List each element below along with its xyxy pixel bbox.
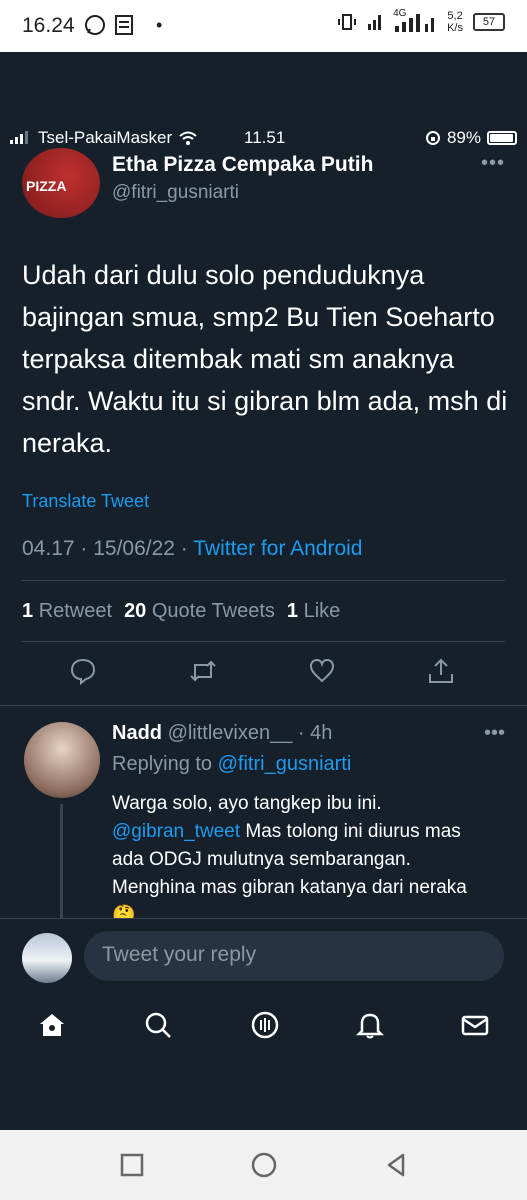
reply-icon[interactable] xyxy=(68,656,98,686)
network-speed: 5,2 K/s xyxy=(447,10,463,34)
avatar-pizza-text: PIZZA xyxy=(26,178,67,194)
reply-author-name: Nadd xyxy=(112,722,162,744)
network-type: 4G xyxy=(393,8,407,19)
likes-count: 1 xyxy=(286,600,299,622)
tweet-timestamp: 04.17 · 15/06/22 · xyxy=(22,537,194,560)
bottom-tab-bar xyxy=(0,996,527,1060)
back-icon[interactable] xyxy=(381,1150,411,1180)
vibrate-icon xyxy=(338,14,357,30)
android-nav-bar xyxy=(0,1130,527,1200)
tweet-source-link[interactable]: Twitter for Android xyxy=(193,537,362,560)
ios-battery-icon xyxy=(487,131,517,145)
quotes-stat[interactable]: 20 Quote Tweets xyxy=(124,600,275,623)
ios-carrier: Tsel-PakaiMasker xyxy=(38,128,173,147)
recent-apps-icon[interactable] xyxy=(117,1150,147,1180)
divider xyxy=(0,705,527,706)
rotation-lock-icon xyxy=(425,131,440,145)
android-status-bar: 16.24 • 4G 5,2 K/s 57 xyxy=(0,0,527,52)
spaces-icon[interactable] xyxy=(250,1010,280,1040)
replying-to-mention[interactable]: @fitri_gusniarti xyxy=(218,753,352,775)
ios-status-right: 89% xyxy=(425,128,517,148)
quotes-count: 20 xyxy=(124,600,147,622)
quotes-label: Quote Tweets xyxy=(151,600,275,622)
tweet-text: Udah dari dulu solo penduduknya bajingan… xyxy=(22,260,508,458)
divider xyxy=(22,641,505,642)
os-status-right: 4G 5,2 K/s 57 xyxy=(337,8,505,34)
divider xyxy=(22,580,505,581)
tweet-stats: 1 Retweet 20 Quote Tweets 1 Like xyxy=(22,600,340,623)
wifi-icon xyxy=(179,131,197,145)
thread-line xyxy=(60,804,63,918)
reply-more-options-icon[interactable]: ••• xyxy=(484,722,505,745)
reply-text: Warga solo, ayo tangkep ibu ini. @gibran… xyxy=(112,790,492,918)
heart-icon[interactable] xyxy=(307,656,337,686)
network-signal: 4G xyxy=(393,8,437,34)
reply-header[interactable]: Nadd @littlevixen__ · 4h xyxy=(112,722,332,745)
os-notification-icons: • xyxy=(84,14,162,36)
ios-status-bar: Tsel-PakaiMasker 11.51 89% xyxy=(0,124,527,152)
reply-handle-time: @littlevixen__ · 4h xyxy=(167,722,333,744)
retweets-count: 1 xyxy=(22,600,34,622)
ios-carrier-group: Tsel-PakaiMasker xyxy=(10,128,198,148)
tweet-reply-input[interactable]: Tweet your reply xyxy=(84,931,504,981)
tweet-meta: 04.17 · 15/06/22 · Twitter for Android xyxy=(22,537,363,561)
search-icon[interactable] xyxy=(143,1010,173,1040)
network-speed-value: 5,2 xyxy=(447,10,463,22)
author-handle[interactable]: @fitri_gusniarti xyxy=(112,182,239,204)
retweets-label: Retweet xyxy=(38,600,113,622)
battery-icon: 57 xyxy=(473,13,505,31)
author-name[interactable]: Etha Pizza Cempaka Putih xyxy=(112,153,373,177)
share-icon[interactable] xyxy=(426,656,456,686)
ios-battery-text: 89% xyxy=(446,128,481,147)
tweet-actions xyxy=(0,656,527,696)
author-avatar[interactable]: PIZZA xyxy=(22,148,100,218)
ios-clock: 11.51 xyxy=(244,128,286,147)
reply-author-avatar[interactable] xyxy=(24,722,100,798)
replying-to-label: Replying to xyxy=(112,753,218,775)
signal-icon xyxy=(368,15,382,30)
whatsapp-icon xyxy=(85,15,105,35)
reply-mention[interactable]: @gibran_tweet xyxy=(112,821,240,842)
home-button-icon[interactable] xyxy=(249,1150,279,1180)
reply-composer: Tweet your reply xyxy=(0,918,527,996)
home-icon[interactable] xyxy=(37,1010,67,1040)
network-speed-unit: K/s xyxy=(447,22,463,34)
replying-to: Replying to @fitri_gusniarti xyxy=(112,753,351,776)
os-clock: 16.24 xyxy=(22,14,75,37)
retweet-icon[interactable] xyxy=(188,656,218,686)
more-options-icon[interactable]: ••• xyxy=(481,152,505,175)
news-icon xyxy=(115,15,133,35)
cell-signal-icon xyxy=(10,131,28,144)
bell-icon[interactable] xyxy=(355,1010,385,1040)
likes-label: Like xyxy=(303,600,341,622)
likes-stat[interactable]: 1 Like xyxy=(287,600,340,623)
translate-tweet-link[interactable]: Translate Tweet xyxy=(22,491,149,512)
dot-icon: • xyxy=(156,14,163,35)
reply-text-line1: Warga solo, ayo tangkep ibu ini. xyxy=(112,793,382,814)
current-user-avatar[interactable] xyxy=(22,933,72,983)
retweets-stat[interactable]: 1 Retweet xyxy=(22,600,112,623)
mail-icon[interactable] xyxy=(460,1010,490,1040)
